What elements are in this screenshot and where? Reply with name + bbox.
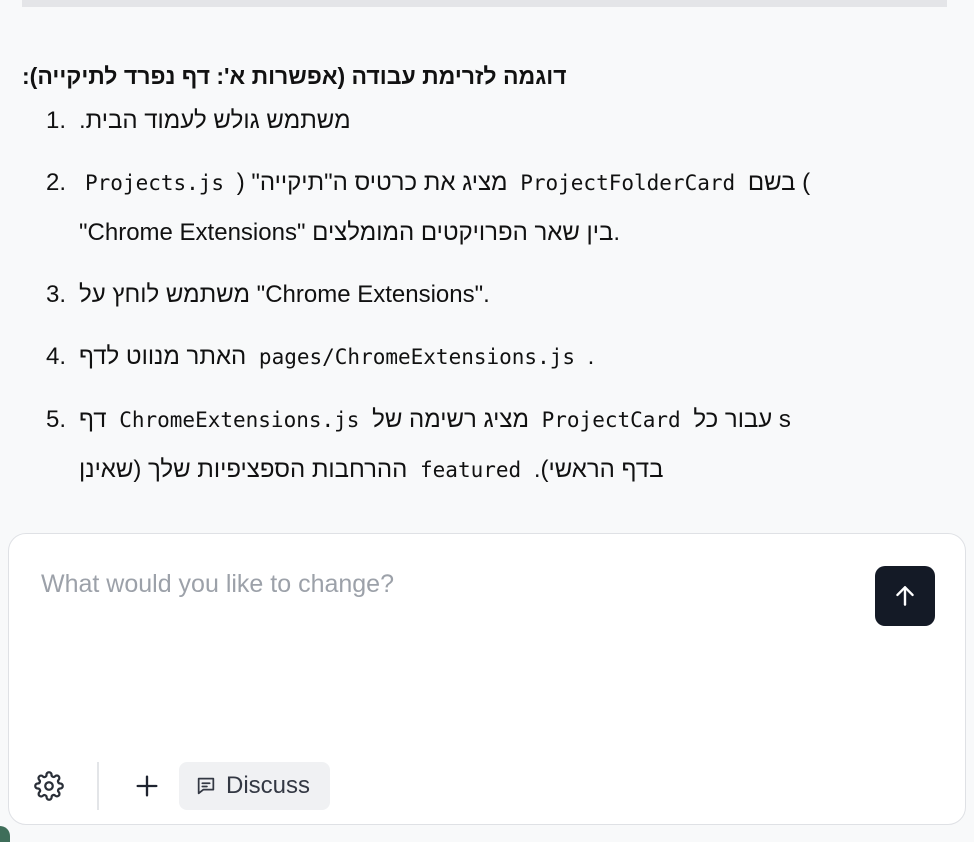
- list-item: 2. Projects.js מציג את כרטיס ה"תיקייה" (…: [22, 158, 947, 257]
- step-text: משתמש לוחץ על "Chrome Extensions".: [79, 281, 490, 308]
- list-item: 4. האתר מנווט לדף pages/ChromeExtensions…: [22, 332, 947, 382]
- step-text: דף: [79, 406, 107, 433]
- arrow-up-icon: [896, 586, 914, 606]
- inline-code: featured: [420, 458, 522, 482]
- corner-accent: [0, 826, 10, 842]
- inline-code: ProjectCard: [541, 408, 681, 432]
- discuss-label: Discuss: [226, 772, 311, 799]
- step-text: מציג את כרטיס ה"תיקייה" (: [236, 169, 508, 196]
- discuss-button[interactable]: Discuss: [179, 762, 330, 810]
- settings-button[interactable]: [29, 766, 69, 806]
- step-text-continued: בדף הראשי).: [533, 456, 664, 483]
- step-number: 3.: [46, 281, 67, 308]
- message-heading: דוגמה לזרימת עבודה (אפשרות א': דף נפרד ל…: [22, 63, 567, 89]
- top-divider-bar: [22, 0, 947, 7]
- step-number: 2.: [46, 169, 67, 196]
- chat-bubble-icon: [197, 777, 215, 795]
- inline-code: ProjectFolderCard: [520, 171, 736, 195]
- workflow-steps-list: 1. משתמש גולש לעמוד הבית. 2. Projects.js…: [22, 96, 947, 495]
- gear-icon: [34, 771, 64, 801]
- inline-code: Projects.js: [85, 171, 225, 195]
- send-button[interactable]: [875, 566, 935, 626]
- toolbar-divider: [97, 762, 99, 810]
- inline-code: ChromeExtensions.js: [119, 408, 360, 432]
- assistant-message: דוגמה לזרימת עבודה (אפשרות א': דף נפרד ל…: [22, 56, 947, 495]
- plus-icon: [136, 775, 158, 797]
- step-text-suffix: .: [587, 343, 595, 370]
- step-number: 4.: [46, 343, 67, 370]
- message-composer: Discuss: [8, 533, 966, 825]
- prompt-input[interactable]: [41, 570, 861, 730]
- step-text-continued: "Chrome Extensions" בין שאר הפרויקטים המ…: [79, 219, 621, 246]
- list-item: 3. משתמש לוחץ על "Chrome Extensions".: [22, 270, 947, 319]
- list-item: 1. משתמש גולש לעמוד הבית.: [22, 96, 947, 145]
- step-text: משתמש גולש לעמוד הבית.: [79, 107, 351, 134]
- step-text-continued: ההרחבות הספציפיות שלך (שאינן: [79, 456, 408, 483]
- add-attachment-button[interactable]: [127, 766, 167, 806]
- step-text: s עבור כל: [693, 406, 791, 433]
- step-text: האתר מנווט לדף: [79, 343, 247, 370]
- step-text: מציג רשימה של: [372, 406, 529, 433]
- step-number: 5.: [46, 406, 67, 433]
- list-item: 5. דף ChromeExtensions.js מציג רשימה של …: [22, 395, 947, 495]
- inline-code: pages/ChromeExtensions.js: [258, 345, 575, 369]
- step-number: 1.: [46, 107, 67, 134]
- step-text: ) בשם: [747, 169, 811, 196]
